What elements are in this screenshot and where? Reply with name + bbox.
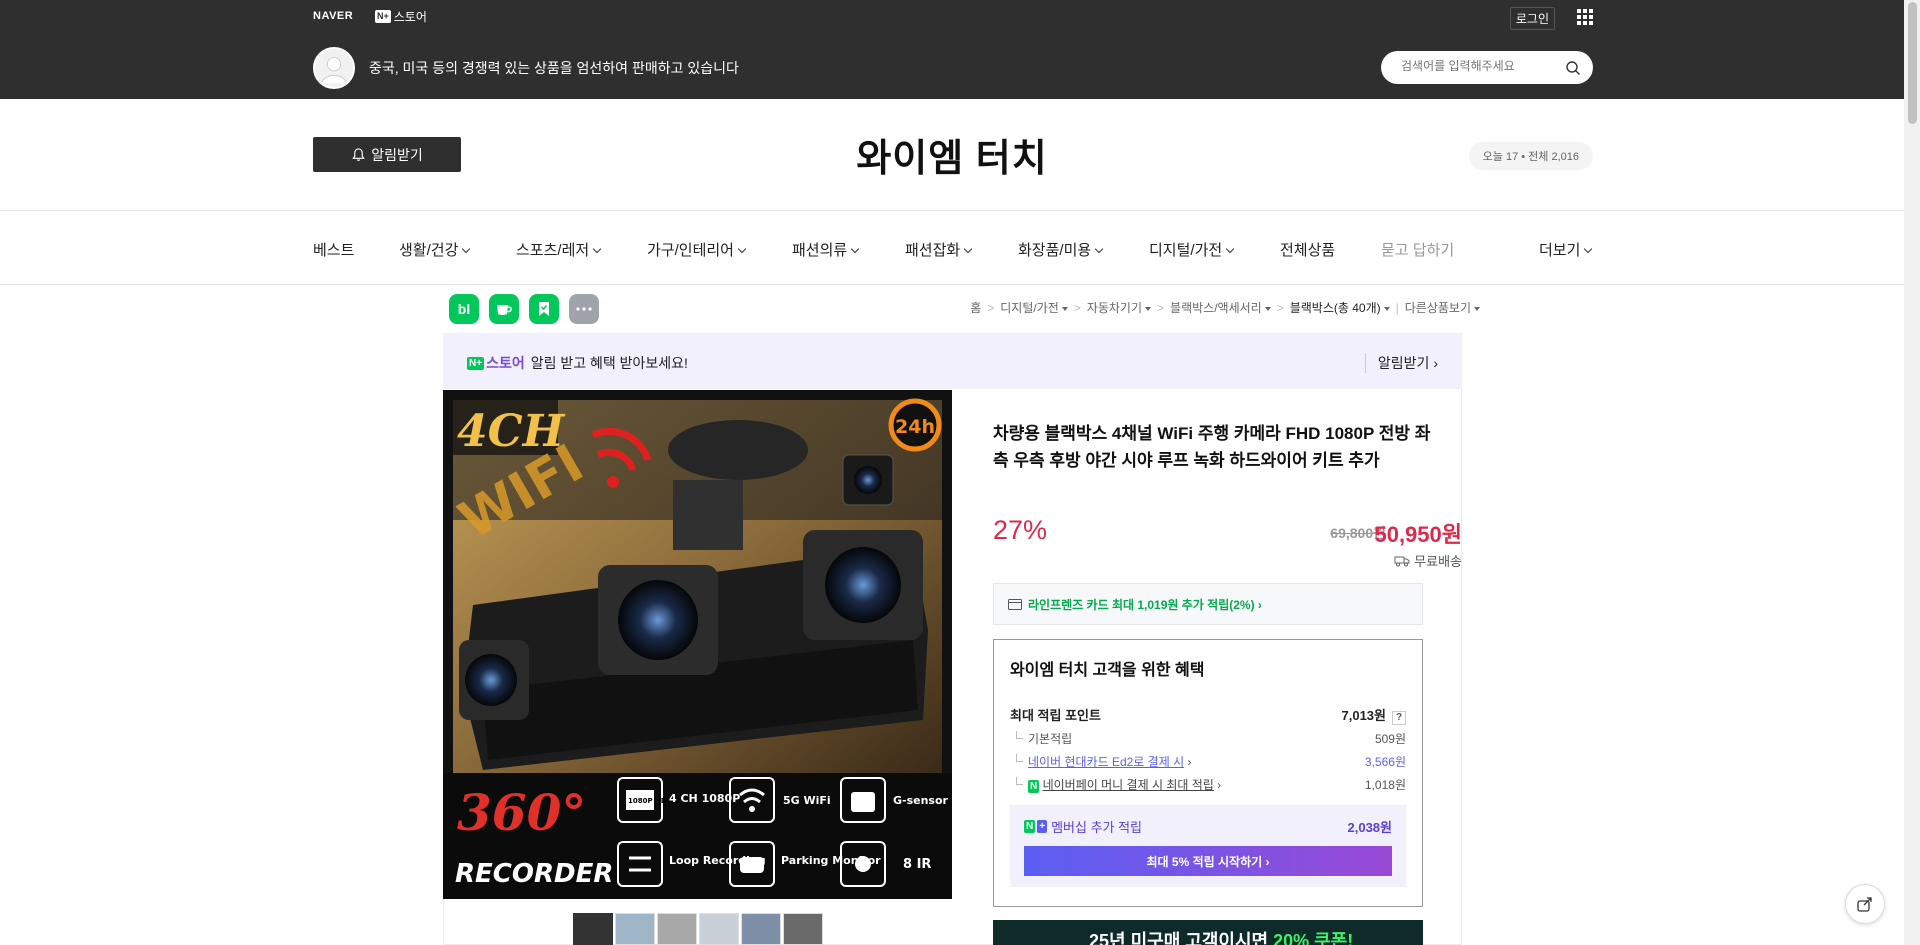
notify-promo-action[interactable]: 알림받기 › — [1364, 353, 1438, 373]
chevron-down-icon — [1584, 244, 1593, 254]
nav-item-digital[interactable]: 디지털/가전 — [1149, 239, 1235, 260]
breadcrumb-digital[interactable]: 디지털/가전 — [1000, 299, 1068, 316]
naver-logo[interactable]: NAVER — [313, 10, 353, 22]
help-icon[interactable]: ? — [1392, 711, 1406, 725]
chevron-down-icon — [737, 244, 747, 254]
category-nav: 베스트 생활/건강 스포츠/레저 가구/인테리어 패션의류 패션잡화 화장품/미… — [0, 211, 1904, 285]
nav-item-fashion-goods[interactable]: 패션잡화 — [905, 239, 973, 260]
breadcrumb-home[interactable]: 홈 — [970, 299, 981, 316]
image-recorder-label: RECORDER — [455, 859, 613, 889]
visitor-count: 오늘 17 • 전체 2,016 — [1468, 142, 1593, 170]
chevron-down-icon — [462, 244, 471, 254]
share-buttons: bl — [449, 294, 599, 324]
nav-item-sports[interactable]: 스포츠/레저 — [516, 239, 602, 260]
breadcrumb-blackbox-accessories[interactable]: 블랙박스/액세서리 — [1170, 299, 1271, 316]
image-feature-ir: 8 IR — [903, 857, 931, 872]
truck-icon — [1394, 556, 1410, 566]
product-main-image[interactable]: 4CH 24h WIFI 360° RECORDER 1080P HD 4 CH… — [443, 390, 952, 899]
sale-price: 50,950원 — [1374, 522, 1462, 547]
benefits-title: 와이엠 터치 고객을 위한 혜택 — [1010, 662, 1205, 679]
chevron-down-icon — [592, 244, 602, 254]
benefits-box: 와이엠 터치 고객을 위한 혜택 최대 적립 포인트 7,013원? 기본적립 … — [993, 639, 1423, 907]
breadcrumb-blackbox[interactable]: 블랙박스(총 40개) — [1290, 299, 1390, 316]
store-slogan: 중국, 미국 등의 경쟁력 있는 상품을 엄선하여 판매하고 있습니다 — [369, 60, 739, 76]
apps-grid-icon[interactable] — [1577, 9, 1593, 25]
nav-item-living-health[interactable]: 생활/건강 — [399, 239, 471, 260]
basic-points-row: 기본적립 509원 — [1010, 730, 1406, 747]
nav-item-best[interactable]: 베스트 — [313, 239, 354, 260]
search-input[interactable] — [1401, 59, 1561, 73]
thumbnail[interactable] — [741, 913, 781, 945]
chevron-down-icon — [1094, 244, 1104, 254]
membership-start-button[interactable]: 최대 5% 적립 시작하기 › — [1024, 846, 1392, 876]
product-title: 차량용 블랙박스 4채널 WiFi 주행 카메라 FHD 1080P 전방 좌측… — [993, 424, 1431, 470]
nav-item-fashion-clothing[interactable]: 패션의류 — [792, 239, 860, 260]
nav-item-furniture[interactable]: 가구/인테리어 — [647, 239, 747, 260]
nav-item-qna[interactable]: 묻고 답하기 — [1381, 239, 1454, 260]
breadcrumb-other-products[interactable]: 다른상품보기 — [1405, 299, 1480, 316]
more-share-button[interactable] — [569, 294, 599, 324]
max-points-row: 최대 적립 포인트 7,013원? — [1010, 705, 1406, 725]
naverpay-points-row[interactable]: N 네이버페이 머니 결제 시 최대 적립 › 1,018원 — [1010, 776, 1406, 793]
breadcrumb-car-devices[interactable]: 자동차기기 — [1087, 299, 1152, 316]
nav-item-all-products[interactable]: 전체상품 — [1280, 239, 1335, 260]
image-feature-5g: 5G WiFi — [783, 794, 831, 807]
login-button[interactable]: 로그인 — [1509, 7, 1555, 30]
keep-share-button[interactable] — [529, 294, 559, 324]
image-hd-label: 1080P HD — [628, 797, 667, 805]
naver-plus-badge: N + — [1024, 820, 1048, 833]
breadcrumb: 홈 > 디지털/가전 > 자동차기기 > 블랙박스/액세서리 > 블랙박스(총 … — [970, 299, 1480, 316]
store-name[interactable]: 와이엠 터치 — [0, 127, 1904, 182]
membership-box: N + 멤버십 추가 적립 2,038원 최대 5% 적립 시작하기 › — [1010, 805, 1406, 887]
chevron-down-icon — [963, 244, 973, 254]
store-header: 알림받기 와이엠 터치 오늘 17 • 전체 2,016 — [0, 99, 1904, 211]
thumbnail[interactable] — [699, 913, 739, 945]
thumbnail[interactable] — [657, 913, 697, 945]
global-topbar: NAVER N+ 스토어 로그인 중국, 미국 등의 경쟁력 있는 상품을 엄선… — [0, 0, 1904, 99]
image-360-label: 360° — [457, 783, 586, 842]
scrollbar-thumb[interactable] — [1908, 2, 1917, 124]
notify-promo-text: 알림 받고 혜택 받아보세요! — [530, 355, 688, 371]
more-dots-icon — [576, 307, 592, 311]
membership-points: 2,038원 — [1347, 820, 1393, 835]
search-icon[interactable] — [1565, 60, 1581, 76]
thumbnail[interactable] — [783, 913, 823, 945]
page-scrollbar[interactable] — [1904, 0, 1920, 945]
store-profile-avatar[interactable] — [313, 47, 355, 89]
cafe-icon — [497, 305, 512, 315]
naverpay-icon: N — [1028, 780, 1040, 793]
bookmark-icon — [539, 302, 549, 316]
image-24h-label: 24h — [895, 416, 935, 438]
cafe-share-button[interactable] — [489, 294, 519, 324]
share-icon — [1857, 897, 1872, 912]
image-feature-gsensor: G-sensor — [893, 794, 949, 807]
naver-plus-store-logo[interactable]: N+ 스토어 — [375, 8, 427, 25]
coupon-banner[interactable]: 25년 미구매 고객이시면 20% 쿠폰! — [993, 920, 1423, 945]
card-promo-link[interactable]: 라인프렌즈 카드 최대 1,019원 추가 적립(2%) › — [993, 583, 1423, 625]
thumbnail-strip — [573, 913, 823, 945]
search-box[interactable] — [1381, 51, 1593, 84]
nav-item-cosmetics[interactable]: 화장품/미용 — [1018, 239, 1104, 260]
shipping-info: 무료배송 — [1394, 551, 1462, 570]
chevron-down-icon — [1225, 244, 1235, 254]
np-badge: N+ — [375, 10, 391, 23]
card-points-row[interactable]: 네이버 현대카드 Ed2로 결제 시 › 3,566원 — [1010, 753, 1406, 770]
thumbnail[interactable] — [573, 913, 613, 945]
floating-share-button[interactable] — [1845, 884, 1885, 924]
blog-share-button[interactable]: bl — [449, 294, 479, 324]
store-logo-label: 스토어 — [393, 10, 427, 24]
discount-rate: 27% — [993, 515, 1048, 545]
naver-plus-store-badge: N+ 스토어 — [467, 355, 525, 371]
nav-item-more[interactable]: 더보기 — [1539, 239, 1593, 260]
credit-card-icon — [1008, 598, 1022, 610]
chevron-down-icon — [850, 244, 860, 254]
notify-promo-banner: N+ 스토어 알림 받고 혜택 받아보세요! 알림받기 › — [443, 333, 1462, 389]
thumbnail[interactable] — [615, 913, 655, 945]
